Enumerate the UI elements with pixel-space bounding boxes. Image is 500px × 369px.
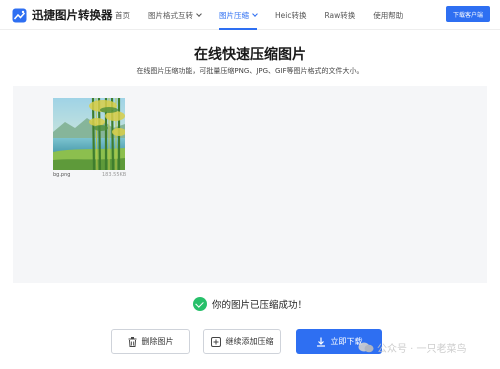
trash-icon: [128, 336, 137, 347]
nav-home[interactable]: 首页: [115, 0, 130, 30]
download-client-button[interactable]: 下载客户端: [446, 6, 490, 22]
nav-heic-convert-label: Heic转换: [275, 10, 307, 20]
page-title: 在线快速压缩图片: [194, 47, 306, 63]
app-logo[interactable]: 迅捷图片转换器: [12, 7, 113, 23]
file-name: bg.png: [53, 172, 71, 178]
delete-image-button[interactable]: 删除图片: [111, 329, 190, 354]
add-more-button[interactable]: 继续添加压缩: [203, 329, 281, 354]
nav-raw-convert-label: Raw转换: [324, 10, 356, 20]
logo-icon: [12, 8, 27, 23]
delete-image-label: 删除图片: [141, 337, 174, 346]
upload-workspace: bg.png 183.55KB: [13, 86, 487, 283]
nav-heic-convert[interactable]: Heic转换: [275, 0, 306, 30]
wechat-icon: [358, 342, 374, 353]
image-thumbnail[interactable]: [53, 98, 125, 170]
page-subtitle: 在线图片压缩功能，可批量压缩PNG、JPG、GIF等图片格式的文件大小。: [136, 67, 364, 75]
main-nav: 首页 图片格式互转 图片压缩 Heic转换 Raw转换 使用帮助: [115, 0, 421, 30]
chevron-down-icon: [196, 10, 202, 17]
nav-image-compress-label: 图片压缩: [219, 10, 249, 20]
nav-format-convert[interactable]: 图片格式互转: [148, 0, 202, 30]
file-size: 183.55KB: [102, 172, 127, 178]
chevron-down-icon: [252, 10, 258, 17]
nav-home-label: 首页: [115, 10, 130, 20]
nav-help-label: 使用帮助: [373, 10, 404, 20]
success-message: 你的图片已压缩成功！: [0, 297, 500, 311]
landscape-thumbnail-image: [53, 98, 125, 170]
nav-help[interactable]: 使用帮助: [373, 0, 403, 30]
top-navbar: 迅捷图片转换器 首页 图片格式互转 图片压缩 Heic转换 Raw转换 使用帮助…: [0, 0, 500, 30]
add-file-icon: [210, 336, 221, 347]
nav-image-compress[interactable]: 图片压缩: [219, 0, 258, 30]
nav-format-convert-label: 图片格式互转: [148, 10, 193, 20]
check-circle-icon: [192, 297, 207, 311]
app-name: 迅捷图片转换器: [32, 8, 113, 22]
add-more-label: 继续添加压缩: [225, 337, 274, 346]
success-text: 你的图片已压缩成功！: [211, 300, 307, 311]
nav-raw-convert[interactable]: Raw转换: [324, 0, 355, 30]
watermark-text: 公众号 · 一只老菜鸟: [377, 344, 467, 355]
download-icon: [316, 337, 326, 347]
watermark: 公众号 · 一只老菜鸟: [358, 340, 467, 355]
